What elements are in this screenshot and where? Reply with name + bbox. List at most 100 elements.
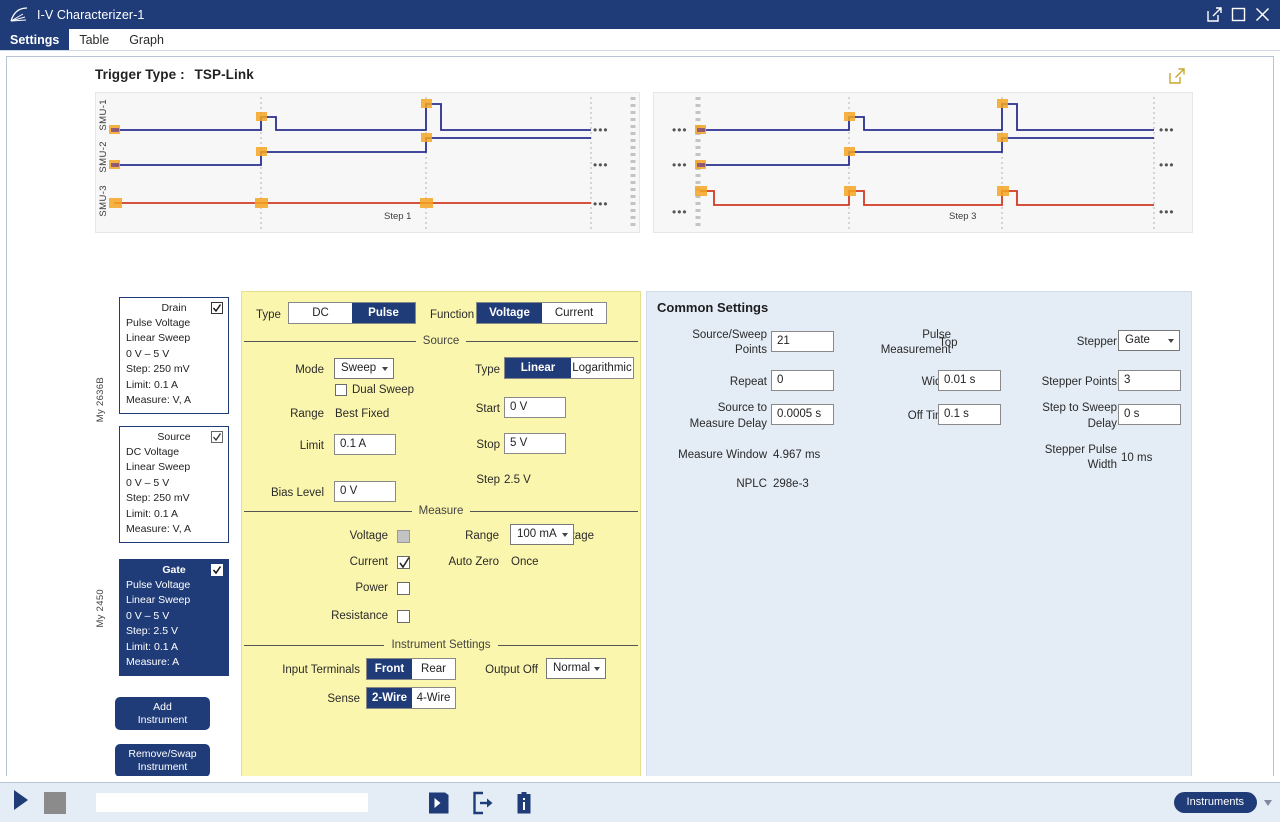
script-run-icon[interactable] <box>428 791 450 815</box>
ellipsis-smu3-left: ••• <box>593 198 609 210</box>
instrument-card-gate-line-3: 0 V – 5 V <box>126 609 222 624</box>
measure-voltage-checkbox[interactable] <box>397 530 410 543</box>
measure-range-select[interactable]: 100 mA <box>510 524 574 545</box>
stepper-points-input[interactable]: 3 <box>1118 370 1181 391</box>
add-instrument-line-2: Instrument <box>138 714 188 726</box>
instruments-button[interactable]: Instruments <box>1174 792 1257 813</box>
stepper-value: Gate <box>1125 334 1150 346</box>
chevron-down-icon[interactable] <box>1264 800 1272 806</box>
window-controls <box>1207 7 1276 22</box>
instrument-settings-divider: Instrument Settings <box>242 639 640 651</box>
stop-square-icon[interactable] <box>44 792 66 814</box>
sense-option-2wire[interactable]: 2-Wire <box>367 688 412 708</box>
function-option-current[interactable]: Current <box>542 303 606 323</box>
info-clipboard-icon[interactable] <box>516 791 532 815</box>
measure-resistance-text: Resistance <box>302 610 388 622</box>
type-toggle[interactable]: DC Pulse <box>288 302 416 324</box>
source-type-toggle[interactable]: Linear Logarithmic <box>504 357 634 379</box>
instrument-card-drain[interactable]: Drain Pulse Voltage Linear Sweep 0 V – 5… <box>119 297 229 414</box>
progress-bar <box>96 793 368 812</box>
chevron-down-icon <box>594 667 600 671</box>
chevron-down-icon <box>1168 339 1174 343</box>
instrument-card-source-checkbox[interactable] <box>211 430 223 448</box>
sense-option-4wire[interactable]: 4-Wire <box>412 688 455 708</box>
trigger-type-value: TSP-Link <box>189 67 254 82</box>
instrument-card-drain-line-4: Step: 250 mV <box>126 362 222 377</box>
measure-power-checkbox[interactable] <box>397 582 410 595</box>
stepper-points-value: 3 <box>1124 374 1130 386</box>
output-off-select[interactable]: Normal <box>546 658 606 679</box>
source-type-option-logarithmic[interactable]: Logarithmic <box>571 358 633 378</box>
instrument-card-source-line-5: Limit: 0.1 A <box>126 507 222 522</box>
limit-input[interactable]: 0.1 A <box>334 434 396 455</box>
bias-level-input[interactable]: 0 V <box>334 481 396 502</box>
popout-icon[interactable] <box>1207 7 1222 22</box>
tab-table[interactable]: Table <box>69 29 119 50</box>
maximize-icon[interactable] <box>1231 7 1246 22</box>
mode-select[interactable]: Sweep <box>334 358 394 379</box>
instrument-card-drain-line-5: Limit: 0.1 A <box>126 378 222 393</box>
instrument-card-gate-line-1: Pulse Voltage <box>126 578 222 593</box>
stepper-select[interactable]: Gate <box>1118 330 1180 351</box>
instrument-card-drain-checkbox[interactable] <box>211 301 223 319</box>
dual-sweep-checkbox-row[interactable]: Dual Sweep <box>335 384 414 396</box>
measure-resistance-checkbox[interactable] <box>397 610 410 623</box>
instrument-card-gate-line-4: Step: 2.5 V <box>126 624 222 639</box>
measure-window-value: 4.967 ms <box>773 449 820 461</box>
ellipsis-smu1-right: ••• <box>1159 124 1175 136</box>
ellipsis-smu2-right: ••• <box>1159 159 1175 171</box>
mode-select-value: Sweep <box>341 362 376 374</box>
sense-toggle[interactable]: 2-Wire 4-Wire <box>366 687 456 709</box>
instrument-card-source[interactable]: Source DC Voltage Linear Sweep 0 V – 5 V… <box>119 426 229 543</box>
window-title: I-V Characterizer-1 <box>37 8 1207 22</box>
type-label: Type <box>256 309 281 321</box>
tab-graph[interactable]: Graph <box>119 29 174 50</box>
instrument-card-gate-checkbox[interactable] <box>211 563 223 581</box>
close-icon[interactable] <box>1255 7 1270 22</box>
export-icon[interactable] <box>472 791 494 815</box>
measure-window-label: Measure Window <box>653 449 767 461</box>
expand-diagram-icon[interactable] <box>1169 68 1185 84</box>
remove-swap-line-1: Remove/Swap <box>128 748 196 760</box>
repeat-input[interactable]: 0 <box>771 370 834 391</box>
instrument-card-source-line-4: Step: 250 mV <box>126 491 222 506</box>
source-measure-delay-input[interactable]: 0.0005 s <box>771 404 834 425</box>
run-play-icon[interactable] <box>12 789 30 816</box>
measure-power-text: Power <box>302 582 388 594</box>
range-value: Best Fixed <box>335 408 389 420</box>
instrument-card-drain-line-2: Linear Sweep <box>126 331 222 346</box>
off-time-input[interactable]: 0.1 s <box>938 404 1001 425</box>
step-to-sweep-delay-input[interactable]: 0 s <box>1118 404 1181 425</box>
page-content: Trigger Type : TSP-Link SMU-1 SMU-2 SMU-… <box>6 56 1274 776</box>
trigger-timing-diagram: SMU-1 SMU-2 SMU-3 <box>95 92 1193 233</box>
step-to-sweep-delay-label-l2: Delay <box>1009 418 1117 430</box>
input-terminals-option-rear[interactable]: Rear <box>412 659 455 679</box>
measure-current-checkbox[interactable] <box>397 556 410 569</box>
input-terminals-toggle[interactable]: Front Rear <box>366 658 456 680</box>
repeat-label: Repeat <box>657 376 767 388</box>
ellipsis-smu1-right-lead: ••• <box>672 124 688 136</box>
source-measure-delay-label-l2: Measure Delay <box>657 418 767 430</box>
source-type-option-linear[interactable]: Linear <box>505 358 571 378</box>
function-option-voltage[interactable]: Voltage <box>477 303 542 323</box>
step-label: Step <box>442 474 500 486</box>
input-terminals-option-front[interactable]: Front <box>367 659 412 679</box>
instrument-card-gate[interactable]: Gate Pulse Voltage Linear Sweep 0 V – 5 … <box>119 559 229 676</box>
type-option-dc[interactable]: DC <box>289 303 352 323</box>
stop-input[interactable]: 5 V <box>504 433 566 454</box>
instrument-card-gate-header: Gate <box>126 563 222 577</box>
width-input[interactable]: 0.01 s <box>938 370 1001 391</box>
dual-sweep-checkbox[interactable] <box>335 384 347 396</box>
type-option-pulse[interactable]: Pulse <box>352 303 415 323</box>
instrument-card-drain-name: Drain <box>161 302 186 314</box>
start-input[interactable]: 0 V <box>504 397 566 418</box>
function-toggle[interactable]: Voltage Current <box>476 302 607 324</box>
source-sweep-points-label-l2: Points <box>657 344 767 356</box>
instrument-card-source-line-1: DC Voltage <box>126 445 222 460</box>
instrument-card-gate-line-2: Linear Sweep <box>126 593 222 608</box>
add-instrument-button[interactable]: Add Instrument <box>115 697 210 730</box>
source-sweep-points-input[interactable]: 21 <box>771 331 834 352</box>
tab-settings[interactable]: Settings <box>0 29 69 50</box>
ellipsis-smu3-right: ••• <box>1159 206 1175 218</box>
remove-swap-instrument-button[interactable]: Remove/Swap Instrument <box>115 744 210 776</box>
